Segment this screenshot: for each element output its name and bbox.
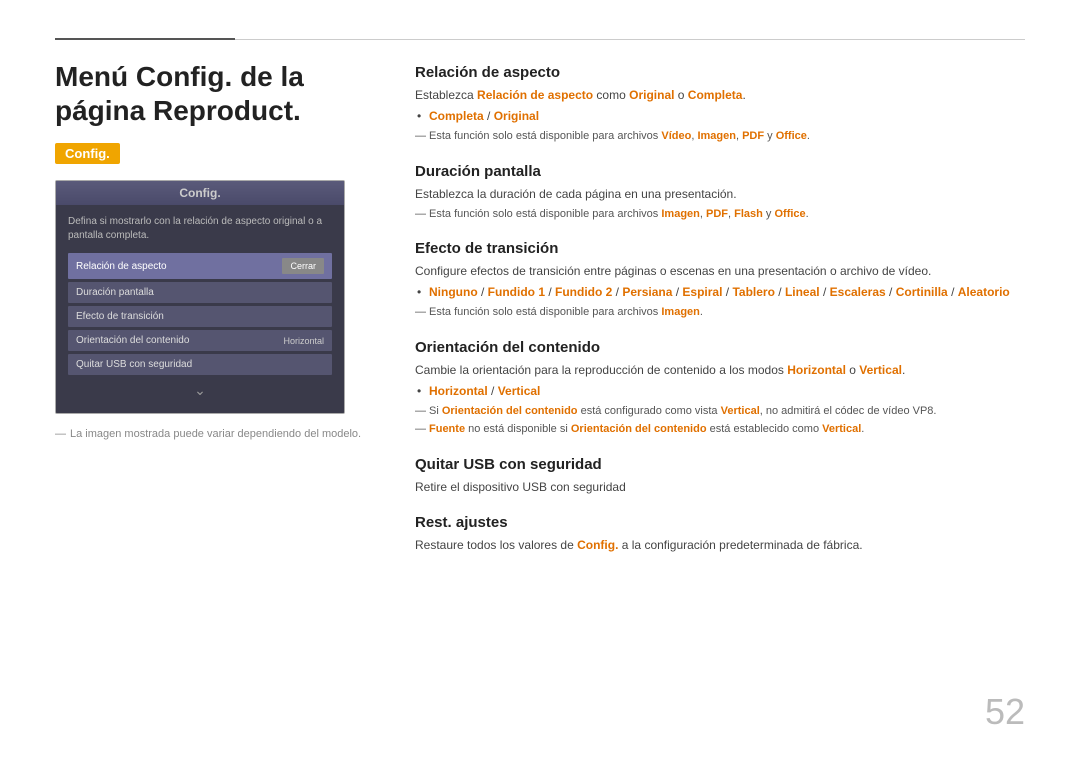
- section-text-rest-1: Restaure todos los valores de Config. a …: [415, 536, 1025, 554]
- screenshot-titlebar: Config.: [56, 181, 344, 205]
- screenshot-desc: Defina si mostrarlo con la relación de a…: [68, 215, 332, 243]
- note-relacion-1: Esta función solo está disponible para a…: [415, 128, 1025, 145]
- screenshot-item-label-1: Relación de aspecto: [76, 261, 167, 272]
- bullet-relacion-1: Completa / Original: [415, 107, 1025, 125]
- screenshot-item-label-2: Duración pantalla: [76, 287, 154, 298]
- note-efecto-1: Esta función solo está disponible para a…: [415, 304, 1025, 321]
- note-orientacion-1: Si Orientación del contenido está config…: [415, 403, 1025, 420]
- screenshot-menu-item-5: Quitar USB con seguridad: [68, 354, 332, 375]
- screenshot-item-label-4: Orientación del contenido: [76, 335, 189, 346]
- screenshot-item-extra-4: Horizontal: [283, 336, 324, 346]
- section-text-duracion-1: Establezca la duración de cada página en…: [415, 185, 1025, 203]
- note-orientacion-2: Fuente no está disponible si Orientación…: [415, 421, 1025, 438]
- screenshot-menu-item-1: Relación de aspecto Cerrar: [68, 253, 332, 279]
- section-orientacion: Orientación del contenido Cambie la orie…: [415, 339, 1025, 438]
- section-title-quitar: Quitar USB con seguridad: [415, 456, 1025, 473]
- section-text-quitar-1: Retire el dispositivo USB con seguridad: [415, 478, 1025, 496]
- section-relacion: Relación de aspecto Establezca Relación …: [415, 64, 1025, 145]
- screenshot-menu-item-2: Duración pantalla: [68, 282, 332, 303]
- config-badge: Config.: [55, 143, 120, 164]
- section-title-relacion: Relación de aspecto: [415, 64, 1025, 81]
- page-content: Menú Config. de la página Reproduct. Con…: [55, 60, 1025, 723]
- top-line-light: [235, 39, 1025, 40]
- screenshot-menu-item-3: Efecto de transición: [68, 306, 332, 327]
- bullet-efecto-1: Ninguno / Fundido 1 / Fundido 2 / Persia…: [415, 283, 1025, 301]
- left-column: Menú Config. de la página Reproduct. Con…: [55, 60, 375, 723]
- top-line-dark: [55, 38, 235, 40]
- footnote: ― La imagen mostrada puede variar depend…: [55, 428, 375, 440]
- section-title-efecto: Efecto de transición: [415, 240, 1025, 257]
- section-title-duracion: Duración pantalla: [415, 163, 1025, 180]
- section-duracion: Duración pantalla Establezca la duración…: [415, 163, 1025, 223]
- section-title-rest: Rest. ajustes: [415, 514, 1025, 531]
- section-text-relacion-1: Establezca Relación de aspecto como Orig…: [415, 86, 1025, 104]
- screenshot-btn: Cerrar: [282, 258, 324, 274]
- section-text-orientacion-1: Cambie la orientación para la reproducci…: [415, 361, 1025, 379]
- footnote-dash: ―: [55, 428, 66, 440]
- screenshot-box: Config. Defina si mostrarlo con la relac…: [55, 180, 345, 414]
- right-column: Relación de aspecto Establezca Relación …: [415, 60, 1025, 723]
- bullet-orientacion-1: Horizontal / Vertical: [415, 382, 1025, 400]
- screenshot-item-label-5: Quitar USB con seguridad: [76, 359, 192, 370]
- section-quitar: Quitar USB con seguridad Retire el dispo…: [415, 456, 1025, 496]
- screenshot-menu-item-4: Orientación del contenido Horizontal: [68, 330, 332, 351]
- page-title: Menú Config. de la página Reproduct.: [55, 60, 375, 127]
- screenshot-body: Defina si mostrarlo con la relación de a…: [56, 205, 344, 413]
- note-duracion-1: Esta función solo está disponible para a…: [415, 206, 1025, 223]
- section-rest: Rest. ajustes Restaure todos los valores…: [415, 514, 1025, 554]
- footnote-text: La imagen mostrada puede variar dependie…: [70, 428, 361, 440]
- section-title-orientacion: Orientación del contenido: [415, 339, 1025, 356]
- screenshot-chevron: ⌄: [68, 378, 332, 403]
- page-number: 52: [985, 691, 1025, 733]
- top-decorative-line: [55, 38, 1025, 40]
- section-text-efecto-1: Configure efectos de transición entre pá…: [415, 262, 1025, 280]
- screenshot-item-label-3: Efecto de transición: [76, 311, 164, 322]
- section-efecto: Efecto de transición Configure efectos d…: [415, 240, 1025, 321]
